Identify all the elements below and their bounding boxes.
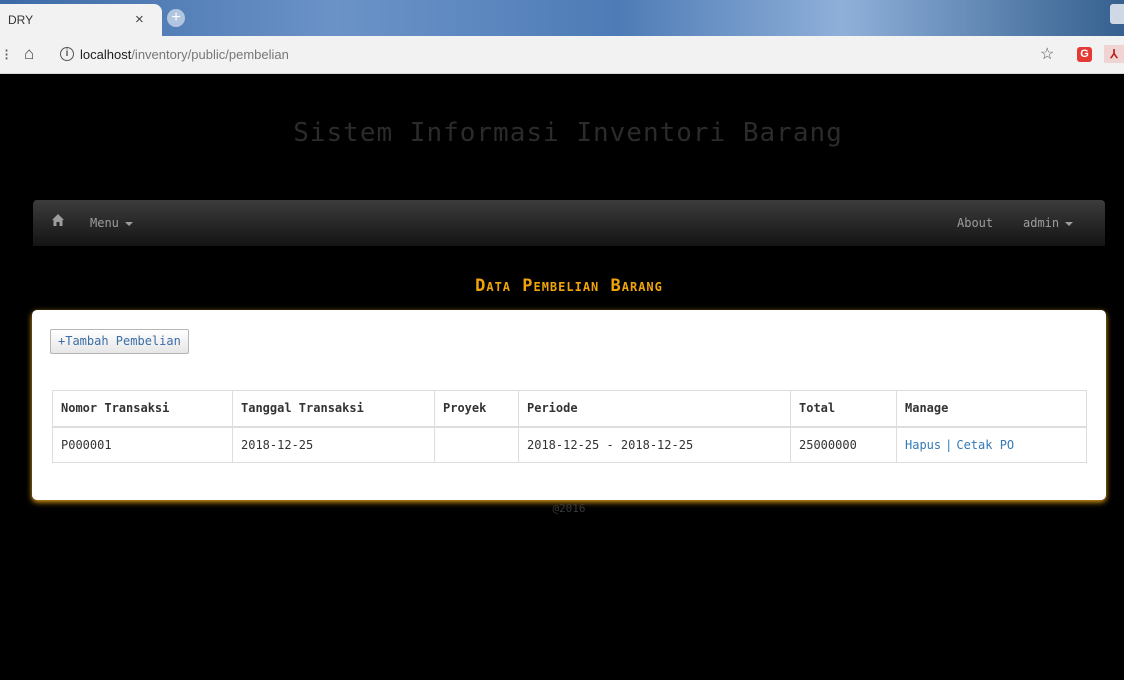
chevron-down-icon bbox=[124, 221, 133, 226]
table-row: P000001 2018-12-25 2018-12-25 - 2018-12-… bbox=[52, 426, 1087, 463]
url-field[interactable]: localhost/inventory/public/pembelian bbox=[80, 47, 289, 62]
nav-menu-label: Menu bbox=[90, 216, 119, 230]
cell-total: 25000000 bbox=[790, 426, 897, 463]
action-separator: | bbox=[945, 437, 953, 452]
chevron-down-icon bbox=[1065, 221, 1074, 226]
cell-manage: Hapus | Cetak PO bbox=[896, 426, 1087, 463]
footer-text: @2016 bbox=[552, 502, 586, 515]
url-path: /inventory/public/pembelian bbox=[131, 47, 289, 62]
home-icon[interactable] bbox=[51, 213, 65, 227]
tab-title: DRY bbox=[8, 13, 34, 27]
column-header: Proyek bbox=[434, 390, 519, 428]
bookmark-star-icon[interactable]: ☆ bbox=[1040, 44, 1054, 64]
column-header: Tanggal Transaksi bbox=[232, 390, 435, 428]
user-menu-dropdown[interactable]: admin bbox=[1023, 216, 1074, 230]
address-bar: ⁝ ⌂ i localhost/inventory/public/pembeli… bbox=[0, 36, 1124, 74]
url-host: localhost bbox=[80, 47, 132, 62]
site-info-icon[interactable]: i bbox=[60, 47, 74, 61]
column-header: Periode bbox=[518, 390, 791, 428]
site-title: Sistem Informasi Inventori Barang bbox=[293, 118, 843, 148]
pdf-extension-icon[interactable]: ⅄ bbox=[1104, 45, 1124, 63]
cetak-po-link[interactable]: Cetak PO bbox=[956, 438, 1014, 452]
window-control[interactable] bbox=[1110, 4, 1124, 24]
nav-about-link[interactable]: About bbox=[957, 216, 993, 230]
page-title: Data Pembelian Barang bbox=[475, 276, 663, 296]
back-icon[interactable]: ⁝ bbox=[4, 45, 9, 65]
browser-tab[interactable]: DRY × bbox=[0, 4, 162, 36]
cell-proyek bbox=[434, 426, 519, 463]
cell-tanggal: 2018-12-25 bbox=[232, 426, 435, 463]
browser-tab-bar: DRY × + bbox=[0, 0, 1124, 36]
user-label: admin bbox=[1023, 216, 1060, 230]
nav-menu-dropdown[interactable]: Menu bbox=[90, 216, 133, 230]
tab-close-icon[interactable]: × bbox=[135, 11, 144, 28]
add-pembelian-button[interactable]: +Tambah Pembelian bbox=[50, 329, 189, 354]
column-header: Nomor Transaksi bbox=[52, 390, 233, 428]
column-header: Manage bbox=[896, 390, 1087, 428]
extension-icon[interactable]: G bbox=[1077, 47, 1092, 62]
content-panel: +Tambah Pembelian Nomor Transaksi Tangga… bbox=[32, 310, 1106, 500]
pembelian-table: Nomor Transaksi Tanggal Transaksi Proyek… bbox=[52, 390, 1087, 463]
home-icon[interactable]: ⌂ bbox=[24, 44, 34, 64]
hapus-link[interactable]: Hapus bbox=[905, 438, 941, 452]
table-header-row: Nomor Transaksi Tanggal Transaksi Proyek… bbox=[52, 390, 1087, 428]
new-tab-button[interactable]: + bbox=[167, 9, 185, 27]
main-navbar: Menu About admin bbox=[33, 200, 1105, 246]
cell-periode: 2018-12-25 - 2018-12-25 bbox=[518, 426, 791, 463]
column-header: Total bbox=[790, 390, 897, 428]
cell-nomor: P000001 bbox=[52, 426, 233, 463]
